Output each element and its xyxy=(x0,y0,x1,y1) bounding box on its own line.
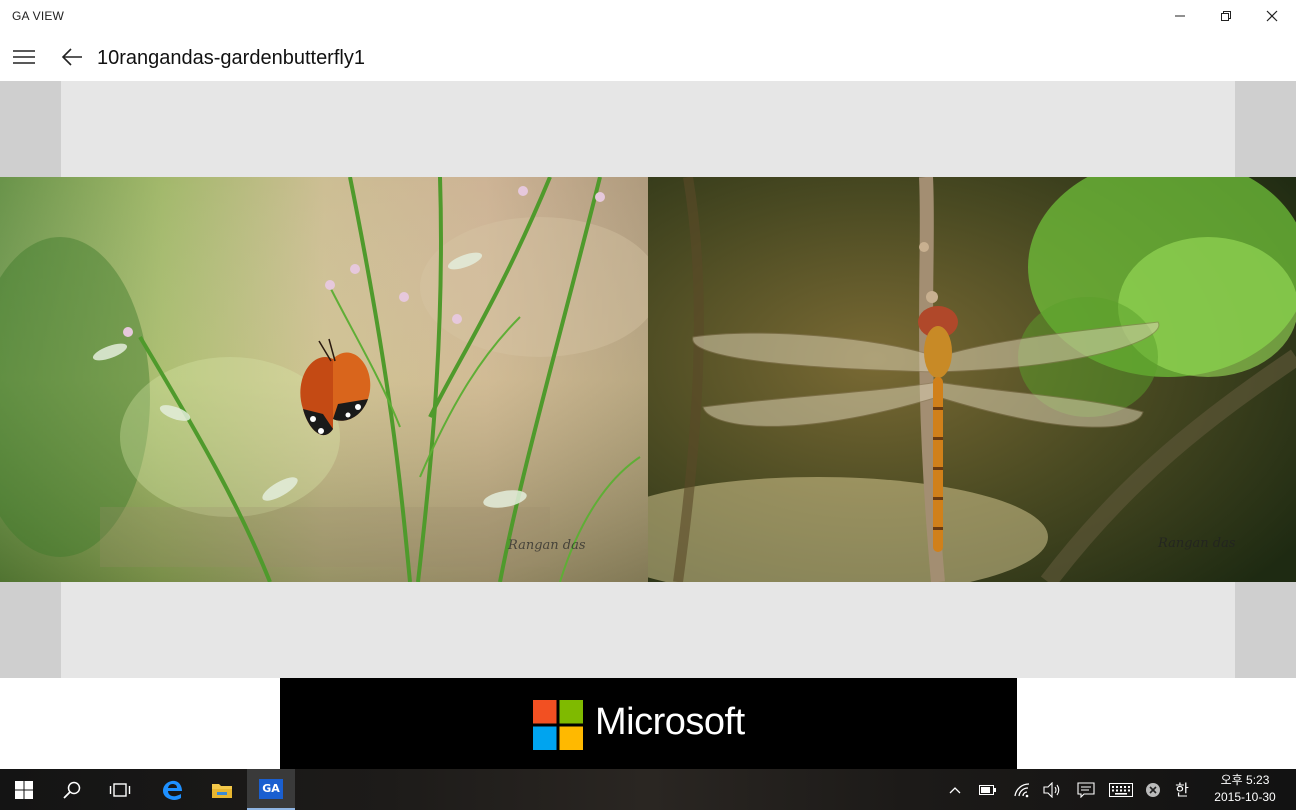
volume-icon xyxy=(1043,781,1060,798)
minimize-button[interactable] xyxy=(1157,0,1203,32)
close-icon xyxy=(1266,10,1278,22)
start-button[interactable] xyxy=(0,769,48,810)
start-icon xyxy=(15,780,33,799)
battery-icon xyxy=(979,784,996,795)
volume-button[interactable] xyxy=(1040,769,1064,810)
app-header: 10rangandas-gardenbutterfly1 xyxy=(0,32,1296,81)
butterfly-watermark: Rangan das xyxy=(507,538,586,553)
file-explorer-button[interactable] xyxy=(198,769,246,810)
chevron-up-icon xyxy=(949,786,961,793)
clock-time: 오후 5:23 xyxy=(1220,773,1270,787)
battery-button[interactable] xyxy=(976,769,1000,810)
minimize-icon xyxy=(1175,15,1185,17)
file-explorer-icon xyxy=(212,783,232,798)
action-center-button[interactable] xyxy=(1074,769,1098,810)
show-hidden-icons-button[interactable] xyxy=(944,769,966,810)
task-view-icon xyxy=(109,782,131,797)
input-language-indicator[interactable]: 한 xyxy=(1170,769,1194,810)
taskbar: GA 한 오후 5:23 2015-10-30 xyxy=(0,769,1296,810)
close-button[interactable] xyxy=(1249,0,1295,32)
edge-icon xyxy=(163,780,182,800)
ime-off-icon xyxy=(1146,782,1160,797)
back-arrow-icon xyxy=(61,48,82,66)
ga-view-taskbar-button[interactable]: GA xyxy=(247,769,295,810)
wifi-icon xyxy=(1014,782,1030,797)
page-title: 10rangandas-gardenbutterfly1 xyxy=(97,47,365,69)
title-bar: GA VIEW xyxy=(0,0,1296,32)
touch-keyboard-button[interactable] xyxy=(1106,769,1136,810)
keyboard-icon xyxy=(1109,782,1133,797)
ad-brand-text: Microsoft xyxy=(595,701,745,743)
ad-banner[interactable]: Microsoft xyxy=(280,678,1017,769)
back-button[interactable] xyxy=(52,40,92,74)
app-title: GA VIEW xyxy=(12,9,65,23)
notification-icon xyxy=(1077,781,1095,798)
edge-button[interactable] xyxy=(148,769,196,810)
clock-date: 2015-10-30 xyxy=(1214,790,1276,804)
microsoft-logo-icon xyxy=(533,700,583,750)
dragonfly-photo[interactable]: Rangan das xyxy=(648,177,1296,582)
restore-icon xyxy=(1221,11,1231,21)
ga-view-app-icon: GA xyxy=(259,778,283,799)
image-viewer[interactable]: Rangan das Rangan das xyxy=(0,81,1296,678)
dragonfly-watermark: Rangan das xyxy=(1157,536,1236,551)
network-button[interactable] xyxy=(1010,769,1034,810)
hamburger-icon xyxy=(13,50,35,64)
butterfly-photo[interactable]: Rangan das xyxy=(0,177,648,582)
search-icon xyxy=(63,781,81,799)
search-button[interactable] xyxy=(48,769,96,810)
restore-button[interactable] xyxy=(1203,0,1249,32)
menu-button[interactable] xyxy=(4,40,44,74)
clock[interactable]: 오후 5:23 2015-10-30 xyxy=(1208,772,1282,806)
task-view-button[interactable] xyxy=(96,769,144,810)
ime-mode-button[interactable] xyxy=(1142,769,1164,810)
